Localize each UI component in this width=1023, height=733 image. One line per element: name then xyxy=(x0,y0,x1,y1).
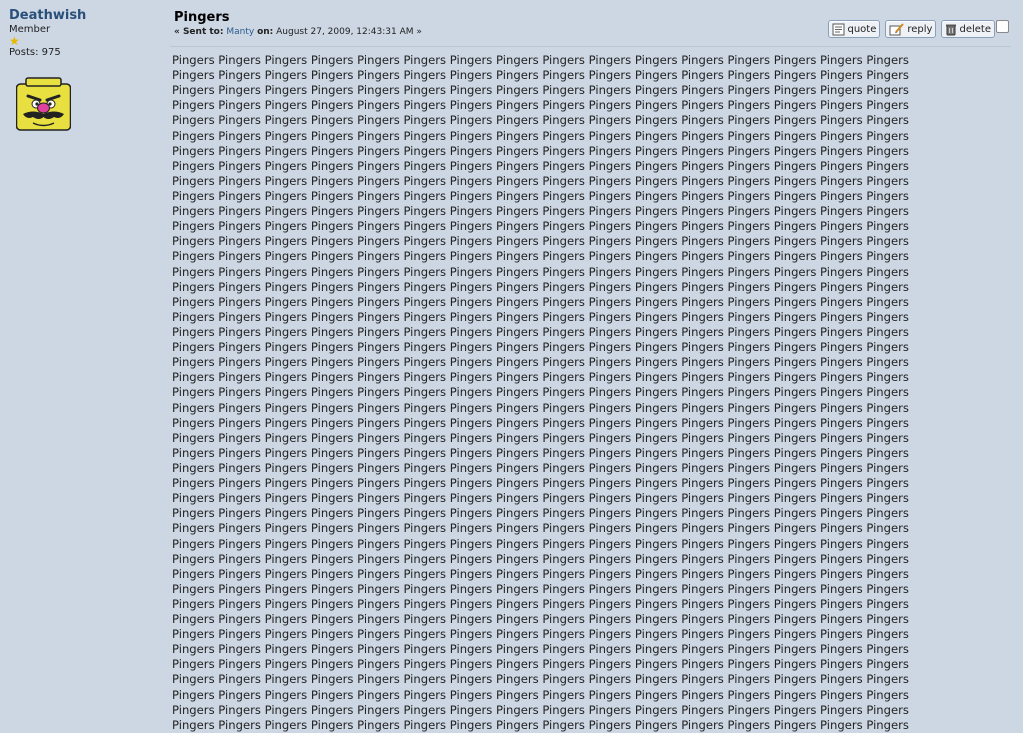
post-body-line: Pingers Pingers Pingers Pingers Pingers … xyxy=(172,204,909,219)
post-body-line: Pingers Pingers Pingers Pingers Pingers … xyxy=(172,491,909,506)
post-body-line: Pingers Pingers Pingers Pingers Pingers … xyxy=(172,581,909,596)
post-body-line: Pingers Pingers Pingers Pingers Pingers … xyxy=(172,143,909,158)
post-body-line: Pingers Pingers Pingers Pingers Pingers … xyxy=(172,340,909,355)
post-body-line: Pingers Pingers Pingers Pingers Pingers … xyxy=(172,113,909,128)
post-body-line: Pingers Pingers Pingers Pingers Pingers … xyxy=(172,430,909,445)
post-body-line: Pingers Pingers Pingers Pingers Pingers … xyxy=(172,53,909,67)
post-body-line: Pingers Pingers Pingers Pingers Pingers … xyxy=(172,264,909,279)
post-body-line: Pingers Pingers Pingers Pingers Pingers … xyxy=(172,717,909,732)
post-body-line: Pingers Pingers Pingers Pingers Pingers … xyxy=(172,657,909,672)
post-body-line: Pingers Pingers Pingers Pingers Pingers … xyxy=(172,506,909,521)
avatar xyxy=(15,76,72,132)
sent-to-label: « Sent to: xyxy=(174,27,224,37)
quote-button[interactable]: quote xyxy=(827,20,881,38)
post-body-line: Pingers Pingers Pingers Pingers Pingers … xyxy=(172,83,909,98)
post-body-line: Pingers Pingers Pingers Pingers Pingers … xyxy=(172,445,909,460)
trash-icon xyxy=(946,24,957,35)
post-title[interactable]: Pingers xyxy=(174,10,230,25)
post-body-line: Pingers Pingers Pingers Pingers Pingers … xyxy=(172,219,909,234)
post-body-line: Pingers Pingers Pingers Pingers Pingers … xyxy=(172,188,909,203)
post-body-line: Pingers Pingers Pingers Pingers Pingers … xyxy=(172,702,909,717)
post-body-line: Pingers Pingers Pingers Pingers Pingers … xyxy=(172,687,909,702)
post-body-line: Pingers Pingers Pingers Pingers Pingers … xyxy=(172,385,909,400)
quote-icon xyxy=(832,23,844,35)
post-body-line: Pingers Pingers Pingers Pingers Pingers … xyxy=(172,279,909,294)
post-body: Pingers Pingers Pingers Pingers Pingers … xyxy=(172,53,994,733)
poster-name[interactable]: Deathwish xyxy=(9,8,159,24)
delete-label: delete xyxy=(959,23,991,35)
post-body-line: Pingers Pingers Pingers Pingers Pingers … xyxy=(172,98,909,113)
select-post-checkbox[interactable] xyxy=(996,20,1009,33)
post-body-line: Pingers Pingers Pingers Pingers Pingers … xyxy=(172,234,909,249)
poster-info: Deathwish Member ★ Posts: 975 xyxy=(9,8,159,59)
post-date: August 27, 2009, 12:43:31 AM » xyxy=(276,27,422,37)
poster-post-count: Posts: 975 xyxy=(9,47,61,58)
post-body-line: Pingers Pingers Pingers Pingers Pingers … xyxy=(172,68,909,83)
post: Pingers « Sent to: Manty on: August 27, … xyxy=(170,8,1015,732)
post-body-line: Pingers Pingers Pingers Pingers Pingers … xyxy=(172,249,909,264)
post-body-line: Pingers Pingers Pingers Pingers Pingers … xyxy=(172,158,909,173)
quote-label: quote xyxy=(847,23,877,35)
post-body-line: Pingers Pingers Pingers Pingers Pingers … xyxy=(172,476,909,491)
post-body-line: Pingers Pingers Pingers Pingers Pingers … xyxy=(172,672,909,687)
delete-button[interactable]: delete xyxy=(941,20,995,38)
post-body-line: Pingers Pingers Pingers Pingers Pingers … xyxy=(172,128,909,143)
post-body-line: Pingers Pingers Pingers Pingers Pingers … xyxy=(172,642,909,657)
post-body-line: Pingers Pingers Pingers Pingers Pingers … xyxy=(172,355,909,370)
post-body-line: Pingers Pingers Pingers Pingers Pingers … xyxy=(172,400,909,415)
post-body-line: Pingers Pingers Pingers Pingers Pingers … xyxy=(172,460,909,475)
post-actions: quote reply delete xyxy=(827,20,995,38)
post-body-line: Pingers Pingers Pingers Pingers Pingers … xyxy=(172,536,909,551)
post-body-line: Pingers Pingers Pingers Pingers Pingers … xyxy=(172,415,909,430)
post-body-line: Pingers Pingers Pingers Pingers Pingers … xyxy=(172,551,909,566)
star-icon: ★ xyxy=(9,34,20,48)
post-body-line: Pingers Pingers Pingers Pingers Pingers … xyxy=(172,370,909,385)
post-body-line: Pingers Pingers Pingers Pingers Pingers … xyxy=(172,521,909,536)
reply-icon xyxy=(889,22,905,35)
post-body-line: Pingers Pingers Pingers Pingers Pingers … xyxy=(172,309,909,324)
on-label: on: xyxy=(257,27,274,37)
reply-label: reply xyxy=(907,23,933,35)
recipient-link[interactable]: Manty xyxy=(226,27,254,37)
post-body-line: Pingers Pingers Pingers Pingers Pingers … xyxy=(172,612,909,627)
post-body-line: Pingers Pingers Pingers Pingers Pingers … xyxy=(172,173,909,188)
post-body-line: Pingers Pingers Pingers Pingers Pingers … xyxy=(172,566,909,581)
post-body-line: Pingers Pingers Pingers Pingers Pingers … xyxy=(172,596,909,611)
post-meta: « Sent to: Manty on: August 27, 2009, 12… xyxy=(174,27,422,37)
reply-button[interactable]: reply xyxy=(885,20,937,38)
divider xyxy=(170,46,1011,47)
post-body-line: Pingers Pingers Pingers Pingers Pingers … xyxy=(172,294,909,309)
post-body-line: Pingers Pingers Pingers Pingers Pingers … xyxy=(172,324,909,339)
poster-group: Member xyxy=(9,24,51,35)
post-body-line: Pingers Pingers Pingers Pingers Pingers … xyxy=(172,627,909,642)
